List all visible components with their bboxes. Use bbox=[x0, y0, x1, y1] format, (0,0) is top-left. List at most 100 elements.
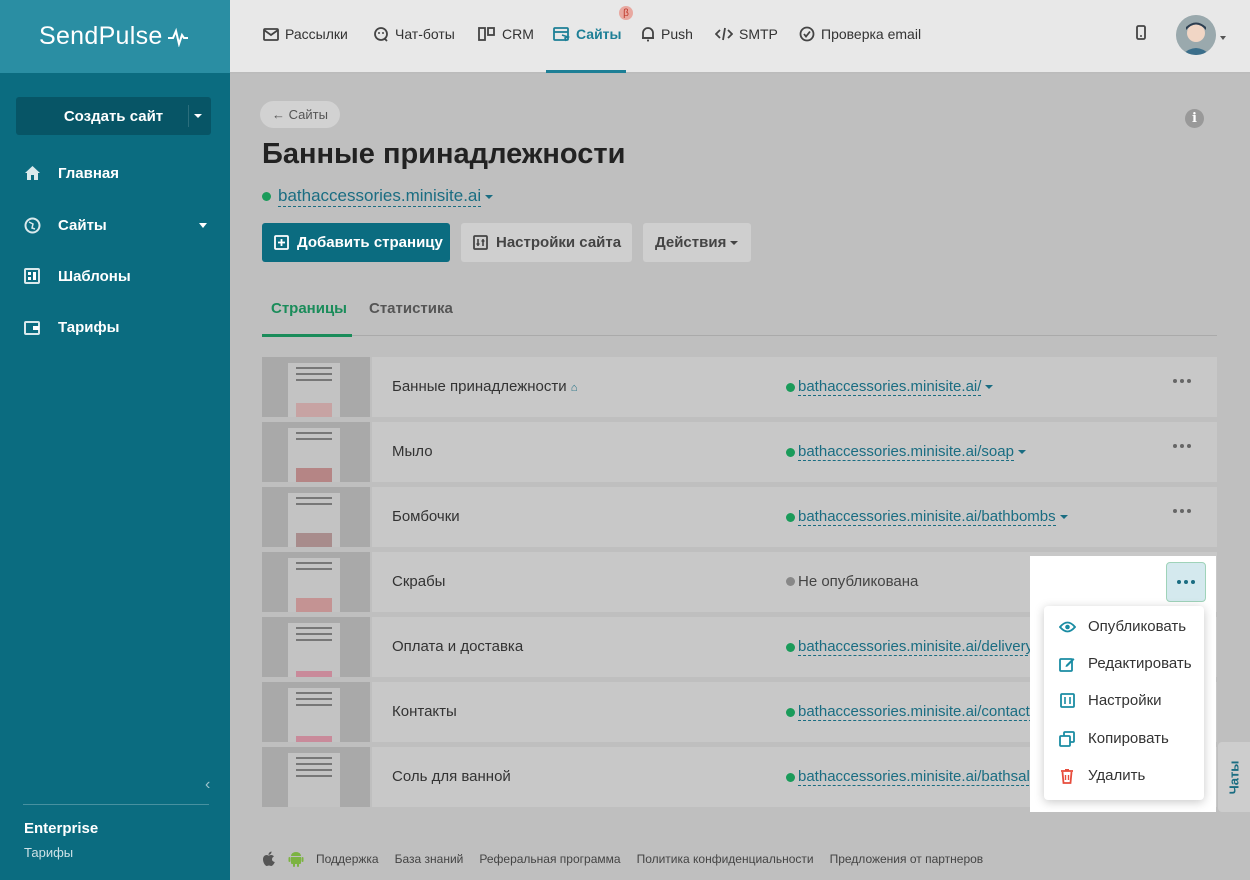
sites-icon bbox=[553, 26, 570, 42]
table-row[interactable]: Банные принадлежности ⌂ bathaccessories.… bbox=[262, 357, 1217, 417]
apple-icon[interactable] bbox=[262, 851, 276, 867]
page-name[interactable]: Соль для ванной bbox=[392, 768, 511, 785]
sidebar-item-templates[interactable]: Шаблоны bbox=[0, 258, 230, 294]
back-to-sites-button[interactable]: ← Сайты bbox=[260, 101, 340, 128]
footer-link-partners[interactable]: Предложения от партнеров bbox=[830, 852, 984, 866]
site-domain-link[interactable]: bathaccessories.minisite.ai bbox=[278, 186, 482, 207]
menu-item-label: Удалить bbox=[1088, 767, 1146, 784]
chevron-down-icon bbox=[1017, 450, 1026, 454]
sidebar: SendPulse Создать сайт Главная Сайты Шаб… bbox=[0, 0, 230, 880]
nav-label: SMTP bbox=[739, 26, 778, 42]
page-url[interactable]: bathaccessories.minisite.ai/bathbombs bbox=[786, 508, 1068, 526]
page-url[interactable]: bathaccessories.minisite.ai/delivery bbox=[786, 638, 1046, 656]
eye-icon bbox=[1058, 621, 1076, 633]
tab-statistics[interactable]: Статистика bbox=[369, 300, 453, 317]
sidebar-item-label: Главная bbox=[58, 164, 120, 182]
page-title: Банные принадлежности bbox=[262, 138, 626, 170]
page-thumbnail[interactable] bbox=[262, 747, 370, 807]
nav-label: Проверка email bbox=[821, 26, 922, 42]
actions-dropdown-button[interactable]: Действия bbox=[643, 223, 751, 262]
nav-mailings[interactable]: Рассылки bbox=[263, 24, 348, 44]
chevron-down-icon bbox=[199, 223, 207, 228]
page-thumbnail[interactable] bbox=[262, 422, 370, 482]
menu-item-settings[interactable]: Настройки bbox=[1044, 682, 1204, 719]
collapse-sidebar-icon[interactable]: ‹ bbox=[205, 776, 210, 794]
sliders-icon bbox=[473, 235, 488, 250]
table-row[interactable]: Бомбочки bathaccessories.minisite.ai/bat… bbox=[262, 487, 1217, 547]
row-actions-menu: Опубликовать Редактировать Настройки Коп… bbox=[1044, 606, 1204, 800]
tab-label: Страницы bbox=[271, 300, 347, 317]
page-name[interactable]: Скрабы bbox=[392, 573, 445, 590]
menu-item-edit[interactable]: Редактировать bbox=[1044, 645, 1204, 682]
site-settings-button[interactable]: Настройки сайта bbox=[461, 223, 632, 262]
crm-icon bbox=[478, 27, 496, 41]
trash-icon bbox=[1058, 768, 1076, 784]
table-row[interactable]: Мыло bathaccessories.minisite.ai/soap bbox=[262, 422, 1217, 482]
more-options-icon[interactable] bbox=[1173, 509, 1191, 513]
page-url[interactable]: bathaccessories.minisite.ai/soap bbox=[786, 443, 1026, 461]
page-url[interactable]: bathaccessories.minisite.ai/contacts bbox=[786, 703, 1050, 721]
plan-name: Enterprise bbox=[24, 820, 99, 837]
beta-badge: β bbox=[619, 6, 633, 20]
chevron-down-icon[interactable] bbox=[194, 114, 202, 118]
footer-link-referral[interactable]: Реферальная программа bbox=[479, 852, 620, 866]
site-domain-selector[interactable]: bathaccessories.minisite.ai bbox=[262, 186, 494, 207]
page-thumbnail[interactable] bbox=[262, 617, 370, 677]
page-thumbnail[interactable] bbox=[262, 682, 370, 742]
nav-smtp[interactable]: SMTP bbox=[715, 24, 778, 44]
logo-text: SendPulse bbox=[39, 22, 163, 50]
copy-icon bbox=[1058, 730, 1076, 747]
nav-push[interactable]: Push bbox=[641, 24, 693, 44]
logo[interactable]: SendPulse bbox=[0, 0, 230, 73]
nav-sites[interactable]: Сайты bbox=[553, 24, 622, 44]
sidebar-item-pricing[interactable]: Тарифы bbox=[0, 309, 230, 345]
menu-item-label: Редактировать bbox=[1088, 655, 1192, 672]
chevron-down-icon[interactable] bbox=[1220, 36, 1226, 40]
avatar-icon bbox=[1176, 15, 1216, 55]
menu-item-publish[interactable]: Опубликовать bbox=[1044, 608, 1204, 645]
chats-tab[interactable]: Чаты bbox=[1218, 742, 1250, 812]
page-name[interactable]: Оплата и доставка bbox=[392, 638, 523, 655]
nav-crm[interactable]: CRM bbox=[478, 24, 534, 44]
plus-square-icon bbox=[274, 235, 289, 250]
page-thumbnail[interactable] bbox=[262, 487, 370, 547]
footer-link-support[interactable]: Поддержка bbox=[316, 852, 379, 866]
menu-item-copy[interactable]: Копировать bbox=[1044, 720, 1204, 757]
tab-pages[interactable]: Страницы bbox=[271, 300, 347, 317]
nav-chatbots[interactable]: Чат-боты bbox=[373, 24, 455, 44]
published-status-dot bbox=[786, 512, 795, 522]
page-thumbnail[interactable] bbox=[262, 357, 370, 417]
page-thumbnail[interactable] bbox=[262, 552, 370, 612]
page-name[interactable]: Банные принадлежности ⌂ bbox=[392, 378, 577, 395]
android-icon[interactable] bbox=[288, 850, 304, 867]
create-site-button[interactable]: Создать сайт bbox=[16, 97, 211, 135]
footer-link-privacy[interactable]: Политика конфиденциальности bbox=[637, 852, 814, 866]
nav-email-verification[interactable]: Проверка email bbox=[799, 24, 921, 44]
more-options-active-button[interactable] bbox=[1166, 562, 1206, 602]
mobile-app-icon[interactable] bbox=[1136, 25, 1146, 45]
chevron-down-icon bbox=[485, 194, 494, 199]
published-status-dot bbox=[786, 642, 795, 652]
nav-label: Чат-боты bbox=[395, 26, 455, 42]
menu-item-label: Опубликовать bbox=[1088, 618, 1187, 635]
check-circle-icon bbox=[799, 26, 815, 42]
page-url[interactable]: bathaccessories.minisite.ai/ bbox=[786, 378, 994, 396]
page-name[interactable]: Бомбочки bbox=[392, 508, 460, 525]
sidebar-item-label: Сайты bbox=[58, 216, 107, 234]
plan-pricing-link[interactable]: Тарифы bbox=[24, 845, 73, 860]
add-page-button[interactable]: Добавить страницу bbox=[262, 223, 450, 262]
chatbot-icon bbox=[373, 26, 389, 42]
menu-item-delete[interactable]: Удалить bbox=[1044, 757, 1204, 794]
page-name[interactable]: Контакты bbox=[392, 703, 457, 720]
footer-link-knowledge-base[interactable]: База знаний bbox=[395, 852, 464, 866]
more-options-icon[interactable] bbox=[1173, 444, 1191, 448]
sidebar-item-home[interactable]: Главная bbox=[0, 155, 230, 191]
page-tabs: Страницы Статистика bbox=[262, 292, 1217, 337]
sidebar-item-sites[interactable]: Сайты bbox=[0, 207, 230, 243]
actions-label: Действия bbox=[655, 234, 727, 251]
page-name[interactable]: Мыло bbox=[392, 443, 433, 460]
page-url[interactable]: bathaccessories.minisite.ai/bathsalt bbox=[786, 768, 1046, 786]
user-avatar[interactable] bbox=[1176, 15, 1216, 55]
more-options-icon[interactable] bbox=[1173, 379, 1191, 383]
info-icon[interactable]: i bbox=[1185, 109, 1204, 128]
